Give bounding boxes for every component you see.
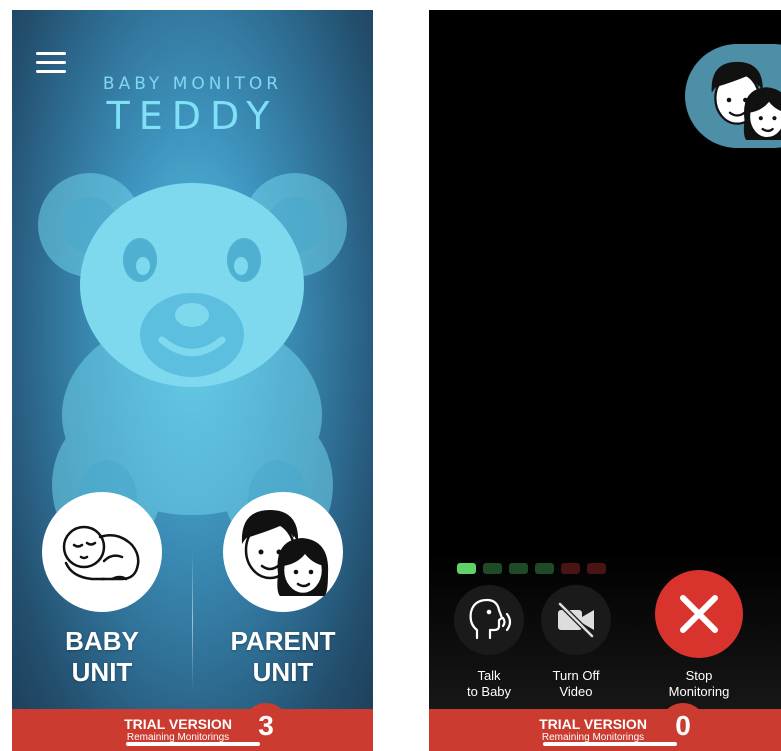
baby-unit-label-line2: UNIT: [71, 657, 133, 687]
video-off-icon: [557, 601, 595, 639]
parents-icon: [711, 61, 781, 140]
audio-level-segment: [587, 563, 606, 574]
video-label-line2: Video: [559, 684, 593, 699]
parent-avatar-badge[interactable]: [685, 44, 781, 148]
talk-label-line1: Talk: [477, 668, 501, 683]
audio-level-segment: [483, 563, 502, 574]
trial-text: TRIAL VERSION Remaining Monitorings: [503, 716, 683, 744]
trial-title: TRIAL VERSION: [124, 716, 232, 732]
trial-title: TRIAL VERSION: [539, 716, 647, 732]
parent-unit-label: PARENT UNIT: [203, 626, 363, 688]
close-x-icon: [680, 595, 718, 633]
parent-unit-label-line1: PARENT: [230, 626, 336, 656]
unit-divider: [192, 550, 193, 690]
baby-unit-button[interactable]: [42, 492, 162, 612]
stop-monitoring-button[interactable]: [655, 570, 743, 658]
turn-off-video-button[interactable]: [541, 585, 611, 655]
speaking-head-icon: [469, 598, 512, 640]
trial-banner[interactable]: TRIAL VERSION Remaining Monitorings 0: [429, 703, 781, 751]
parents-icon: [241, 510, 329, 596]
home-indicator[interactable]: [543, 742, 677, 746]
turn-off-video-label: Turn Off Video: [536, 668, 616, 700]
brand-title: TEDDY: [106, 94, 279, 138]
sleeping-baby-icon: [62, 525, 140, 581]
stop-monitoring-label: Stop Monitoring: [641, 668, 757, 700]
home-screen: BABY MONITOR TEDDY BABY UNIT PARENT UNIT…: [12, 10, 373, 751]
monitoring-screen: Talk to Baby Turn Off Video Stop Monitor…: [429, 10, 781, 751]
stop-label-line1: Stop: [685, 668, 713, 683]
audio-level-segment: [561, 563, 580, 574]
video-label-line1: Turn Off: [552, 668, 600, 683]
home-indicator[interactable]: [126, 742, 260, 746]
baby-unit-label: BABY UNIT: [22, 626, 182, 688]
audio-level-meter: [457, 563, 606, 574]
talk-to-baby-button[interactable]: [454, 585, 524, 655]
teddy-bear-illustration: [38, 173, 347, 555]
audio-level-segment: [509, 563, 528, 574]
talk-label-line2: to Baby: [466, 684, 512, 699]
parent-unit-label-line2: UNIT: [252, 657, 314, 687]
menu-icon[interactable]: [36, 52, 66, 74]
audio-level-segment: [457, 563, 476, 574]
trial-text: TRIAL VERSION Remaining Monitorings: [88, 716, 268, 744]
talk-to-baby-label: Talk to Baby: [449, 668, 529, 700]
brand-subtitle: BABY MONITOR: [102, 74, 283, 94]
trial-banner[interactable]: TRIAL VERSION Remaining Monitorings 3: [12, 703, 373, 751]
audio-level-segment: [535, 563, 554, 574]
baby-unit-label-line1: BABY: [65, 626, 139, 656]
stop-label-line2: Monitoring: [668, 684, 730, 699]
parent-unit-button[interactable]: [223, 492, 343, 612]
